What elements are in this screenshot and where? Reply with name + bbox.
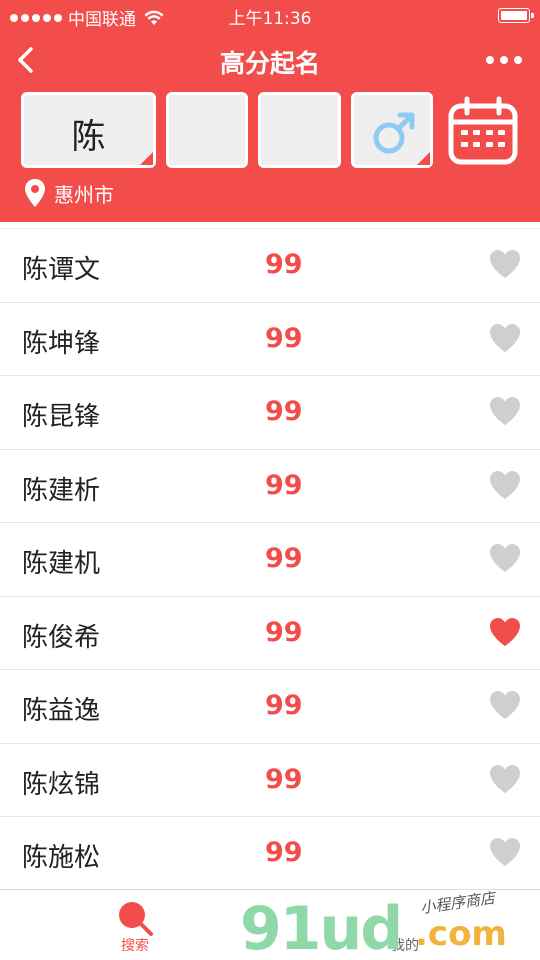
candidate-score: 99 [265,837,303,868]
calendar-icon[interactable] [447,96,519,166]
heart-icon[interactable] [488,322,522,354]
clock: 上午11:36 [228,9,312,29]
name-row[interactable]: 陈施松 99 [0,817,540,891]
heart-icon[interactable] [488,248,522,280]
gender-selector[interactable] [351,92,433,168]
name-row[interactable]: 陈谭文 99 [0,229,540,303]
name-row[interactable]: 陈建机 99 [0,523,540,597]
page-title: 高分起名 [219,49,320,78]
nav-bar: 高分起名 [0,38,540,82]
heart-icon[interactable] [488,836,522,868]
name-row[interactable]: 陈炫锦 99 [0,744,540,817]
name-list: 陈谭文 99 陈坤锋 99 陈昆锋 99 陈建析 99 陈建机 99 陈俊希 99 陈益逸 99 陈炫锦 99… [0,228,540,891]
male-icon [373,112,415,154]
heart-icon[interactable] [488,395,522,427]
tab-mine[interactable]: 我的 [345,890,465,960]
name-row[interactable]: 陈益逸 99 [0,670,540,744]
tab-bar: 搜索 我的 [0,889,540,960]
tab-search-label: 搜索 [121,938,149,954]
given-name-char-1-input[interactable] [166,92,248,168]
dropdown-corner-icon [140,152,153,165]
candidate-score: 99 [265,396,303,427]
surname-value: 陈 [71,117,106,157]
candidate-name: 陈施松 [22,843,101,873]
candidate-name: 陈坤锋 [22,328,101,359]
candidate-name: 陈谭文 [22,255,101,285]
heart-icon[interactable] [488,542,522,574]
dropdown-corner-icon [417,152,430,165]
location[interactable]: 惠州市 [24,178,114,208]
candidate-name: 陈建机 [22,549,101,579]
candidate-name: 陈炫锦 [22,769,101,800]
tab-search[interactable]: 搜索 [75,890,195,960]
candidate-score: 99 [265,322,303,354]
candidate-name: 陈益逸 [22,696,101,726]
location-city: 惠州市 [54,182,114,207]
candidate-score: 99 [265,249,303,280]
battery-icon [498,8,534,23]
surname-input[interactable]: 陈 [21,92,156,168]
candidate-score: 99 [265,690,303,721]
name-row[interactable]: 陈建析 99 [0,450,540,523]
more-icon[interactable] [486,56,522,64]
candidate-score: 99 [265,763,303,795]
heart-filled-icon[interactable] [488,616,522,648]
name-row[interactable]: 陈俊希 99 [0,597,540,670]
heart-icon[interactable] [488,763,522,795]
name-row[interactable]: 陈坤锋 99 [0,303,540,376]
candidate-name: 陈俊希 [22,622,101,653]
header: 中国联通 上午11:36 高分起名 陈 惠州市 [0,0,540,222]
heart-icon[interactable] [488,469,522,501]
candidate-score: 99 [265,543,303,574]
name-row[interactable]: 陈昆锋 99 [0,376,540,450]
tab-mine-label: 我的 [391,938,419,954]
candidate-score: 99 [265,469,303,501]
heart-icon[interactable] [488,689,522,721]
given-name-char-2-input[interactable] [258,92,341,168]
candidate-name: 陈建析 [22,475,101,506]
location-pin-icon [25,179,45,207]
candidate-score: 99 [265,616,303,648]
search-icon [119,902,153,936]
candidate-name: 陈昆锋 [22,402,101,432]
status-bar: 中国联通 上午11:36 [0,0,540,30]
